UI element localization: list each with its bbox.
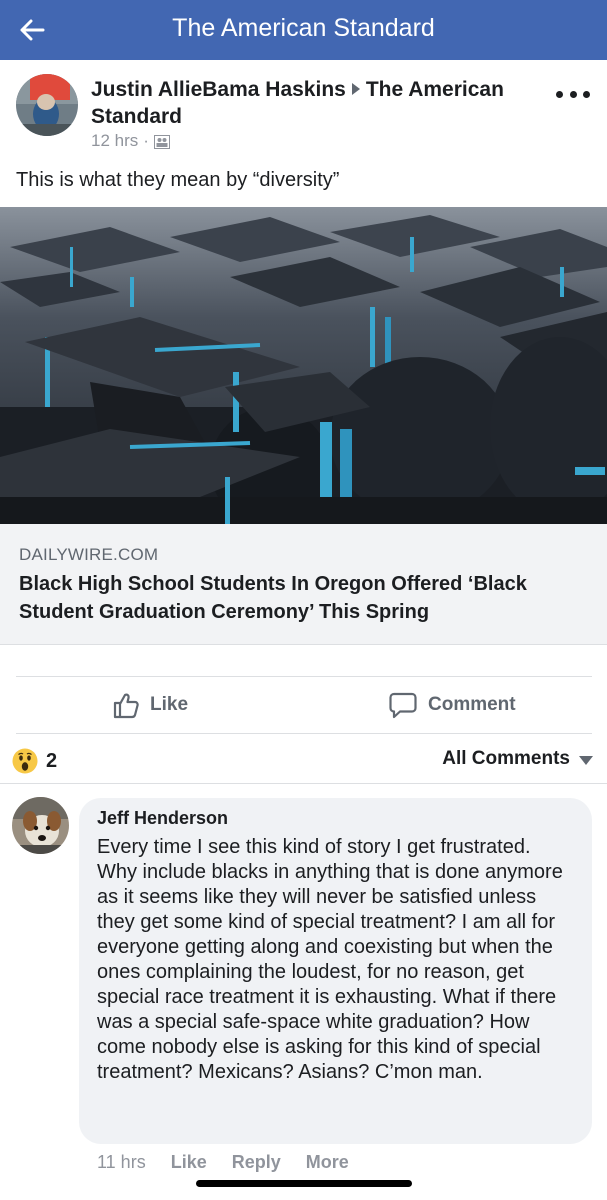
commenter-avatar[interactable]	[12, 797, 69, 854]
link-preview-image[interactable]	[0, 207, 607, 524]
home-indicator[interactable]	[196, 1180, 412, 1187]
page-title: The American Standard	[172, 14, 435, 42]
top-navbar: The American Standard	[0, 0, 607, 60]
link-title[interactable]: Black High School Students In Oregon Off…	[19, 570, 594, 626]
comment-text: Every time I see this kind of story I ge…	[97, 836, 563, 1083]
comment-like-button[interactable]: Like	[171, 1152, 207, 1173]
caret-right-icon	[351, 83, 360, 96]
post-meta: 12 hrs ·	[91, 131, 170, 151]
comment-actions: 11 hrs Like Reply More	[97, 1152, 374, 1173]
poster-avatar[interactable]	[16, 74, 78, 136]
like-label: Like	[150, 694, 189, 715]
link-preview[interactable]: DAILYWIRE.COM Black High School Students…	[0, 524, 607, 645]
thumbs-up-icon	[113, 693, 139, 719]
commenter-name[interactable]: Jeff Henderson	[97, 807, 574, 829]
post-text: This is what they mean by “diversity”	[16, 169, 340, 191]
comment-more-button[interactable]: More	[306, 1152, 349, 1173]
wow-reaction-icon	[12, 748, 38, 774]
caret-down-icon	[579, 755, 593, 765]
divider	[0, 783, 607, 784]
post-author-line: Justin AllieBama Haskins The American Sta…	[91, 76, 551, 130]
comment-reply-button[interactable]: Reply	[232, 1152, 281, 1173]
reactions-summary[interactable]: 2	[12, 748, 57, 774]
comment-label: Comment	[428, 694, 516, 715]
link-domain: DAILYWIRE.COM	[19, 545, 159, 564]
post-timestamp[interactable]: 12 hrs	[91, 131, 138, 151]
reaction-count: 2	[46, 749, 58, 772]
like-button[interactable]: Like	[112, 677, 188, 733]
comment-timestamp: 11 hrs	[97, 1152, 146, 1172]
comment-bubble[interactable]: Jeff Henderson Every time I see this kin…	[79, 798, 592, 1144]
comment-sort-dropdown[interactable]: All Comments	[442, 748, 593, 770]
more-options-icon[interactable]	[556, 84, 590, 104]
comment-bubble-icon	[389, 692, 417, 719]
post-action-bar: Like Comment	[16, 676, 592, 734]
post-author-name[interactable]: Justin AllieBama Haskins	[91, 78, 346, 101]
group-audience-icon	[153, 134, 170, 149]
comment-button[interactable]: Comment	[388, 677, 516, 733]
meta-separator: ·	[143, 131, 149, 150]
sort-label: All Comments	[442, 748, 570, 769]
